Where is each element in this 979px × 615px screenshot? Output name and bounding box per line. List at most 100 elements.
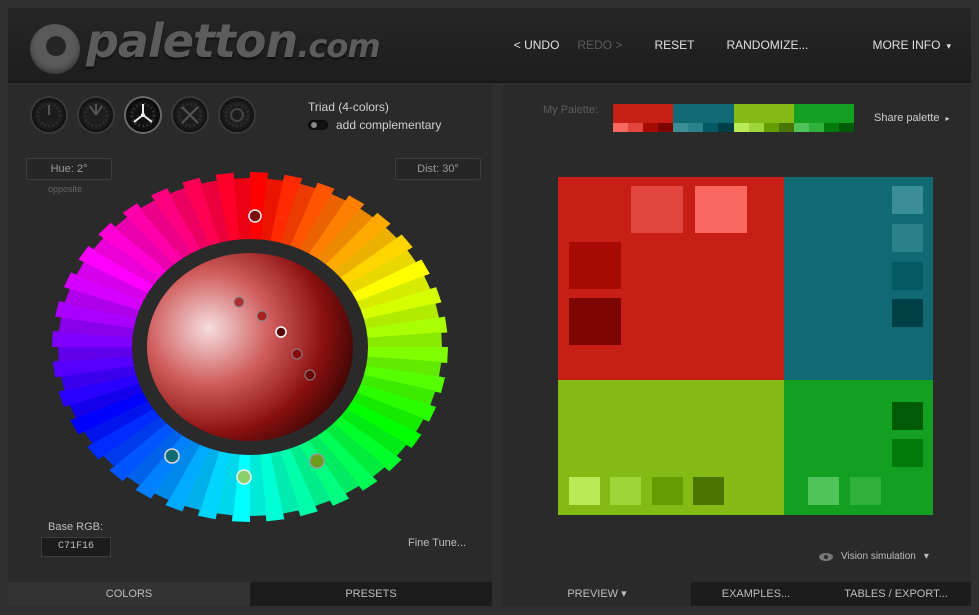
palette-shade xyxy=(628,123,644,132)
palette-shade xyxy=(763,123,779,132)
palette-shade xyxy=(718,123,734,132)
left-tabs: COLORS PRESETS xyxy=(8,582,492,606)
preview-panel: My Palette: Share palette ▸ Vision simula… xyxy=(503,84,971,606)
swatch xyxy=(569,477,600,505)
shade-marker[interactable] xyxy=(304,369,316,381)
palette-main-color xyxy=(793,104,854,123)
palette-swatch-teal[interactable] xyxy=(673,104,734,132)
palette-shade xyxy=(688,123,704,132)
redo-button[interactable]: REDO > xyxy=(577,38,622,52)
right-tabs: PREVIEW ▾ EXAMPLES... TABLES / EXPORT... xyxy=(503,582,971,606)
swatch xyxy=(569,298,621,345)
tab-preview[interactable]: PREVIEW ▾ xyxy=(503,582,691,606)
logo-tld: .com xyxy=(297,27,380,65)
swatch xyxy=(892,224,923,252)
palette-shade-row xyxy=(793,123,854,132)
tab-examples[interactable]: EXAMPLES... xyxy=(691,582,821,606)
share-palette-button[interactable]: Share palette ▸ xyxy=(874,112,949,124)
palette-shade-row xyxy=(613,123,674,132)
palette-swatch-red[interactable] xyxy=(613,104,674,132)
swatch xyxy=(693,477,724,505)
palette-shade xyxy=(823,123,839,132)
reset-button[interactable]: RESET xyxy=(654,38,694,52)
palette-shade xyxy=(658,123,674,132)
palette-preview xyxy=(558,177,933,515)
free-scheme-icon[interactable] xyxy=(220,98,254,132)
fine-tune-button[interactable]: Fine Tune... xyxy=(408,537,466,549)
palette-swatch-green[interactable] xyxy=(793,104,854,132)
swatch xyxy=(808,477,839,505)
palette-shade xyxy=(838,123,854,132)
shade-marker[interactable] xyxy=(233,296,245,308)
scheme-selector xyxy=(32,98,254,132)
scheme-title: Triad (4-colors) xyxy=(308,100,389,114)
swatch xyxy=(652,477,683,505)
app-header: paletton.com < UNDO REDO > RESET RANDOMI… xyxy=(8,8,971,83)
secondary-handle-green[interactable] xyxy=(236,469,252,485)
chevron-down-icon: ▾ xyxy=(923,551,929,562)
color-wheel[interactable] xyxy=(52,172,448,527)
swatch xyxy=(695,186,747,233)
tab-colors[interactable]: COLORS xyxy=(8,582,250,606)
secondary-handle-lime[interactable] xyxy=(309,453,325,469)
swatch xyxy=(892,439,923,467)
palette-shade-row xyxy=(673,123,734,132)
tab-presets[interactable]: PRESETS xyxy=(250,582,492,606)
shade-marker[interactable] xyxy=(291,348,303,360)
logo-mark-icon xyxy=(30,24,80,74)
my-palette-strip[interactable] xyxy=(613,104,854,132)
palette-main-color xyxy=(733,104,794,123)
swatch xyxy=(892,186,923,214)
share-palette-label: Share palette xyxy=(874,112,940,124)
shade-marker[interactable] xyxy=(275,326,287,338)
palette-shade xyxy=(643,123,659,132)
palette-shade xyxy=(613,123,629,132)
swatch xyxy=(850,477,881,505)
add-complementary-toggle[interactable]: add complementary xyxy=(308,118,441,132)
palette-shade xyxy=(703,123,719,132)
vision-simulation-button[interactable]: Vision simulation ▾ xyxy=(819,551,929,562)
adjacent-scheme-icon[interactable] xyxy=(79,98,113,132)
toggle-icon[interactable] xyxy=(308,120,328,130)
vision-simulation-label: Vision simulation xyxy=(841,551,916,562)
more-info-label: MORE INFO xyxy=(872,38,941,52)
palette-shade xyxy=(793,123,809,132)
base-rgb-label: Base RGB: xyxy=(48,521,104,533)
palette-shade xyxy=(748,123,764,132)
palette-shade-row xyxy=(733,123,794,132)
chevron-down-icon: ▾ xyxy=(946,41,951,51)
logo-text: paletton.com xyxy=(86,13,381,74)
palette-main-color xyxy=(673,104,734,123)
chevron-right-icon: ▸ xyxy=(945,114,950,123)
logo-main: paletton xyxy=(86,14,298,68)
swatch xyxy=(631,186,683,233)
swatch xyxy=(892,402,923,430)
eye-icon xyxy=(819,552,833,561)
saturation-disc[interactable] xyxy=(147,253,353,441)
palette-shade xyxy=(733,123,749,132)
paletton-logo[interactable]: paletton.com xyxy=(30,14,381,74)
secondary-handle-teal[interactable] xyxy=(164,448,180,464)
palette-swatch-lime[interactable] xyxy=(733,104,794,132)
base-rgb-input[interactable]: C71F16 xyxy=(41,537,111,557)
chevron-down-icon: ▾ xyxy=(621,588,627,600)
swatch xyxy=(610,477,641,505)
shade-marker[interactable] xyxy=(256,310,268,322)
my-palette-label: My Palette: xyxy=(543,104,599,116)
mono-scheme-icon[interactable] xyxy=(32,98,66,132)
palette-shade xyxy=(673,123,689,132)
top-nav: < UNDO REDO > RESET RANDOMIZE... MORE IN… xyxy=(482,38,951,52)
tab-tables-export[interactable]: TABLES / EXPORT... xyxy=(821,582,971,606)
triad-scheme-icon[interactable] xyxy=(126,98,160,132)
palette-main-color xyxy=(613,104,674,123)
primary-handle[interactable] xyxy=(248,209,262,223)
more-info-button[interactable]: MORE INFO ▾ xyxy=(840,38,951,52)
randomize-button[interactable]: RANDOMIZE... xyxy=(726,38,808,52)
undo-button[interactable]: < UNDO xyxy=(514,38,560,52)
palette-shade xyxy=(808,123,824,132)
add-complementary-label: add complementary xyxy=(336,118,442,132)
tab-preview-label: PREVIEW xyxy=(567,588,619,600)
swatch xyxy=(892,299,923,327)
tetrad-scheme-icon[interactable] xyxy=(173,98,207,132)
palette-shade xyxy=(778,123,794,132)
